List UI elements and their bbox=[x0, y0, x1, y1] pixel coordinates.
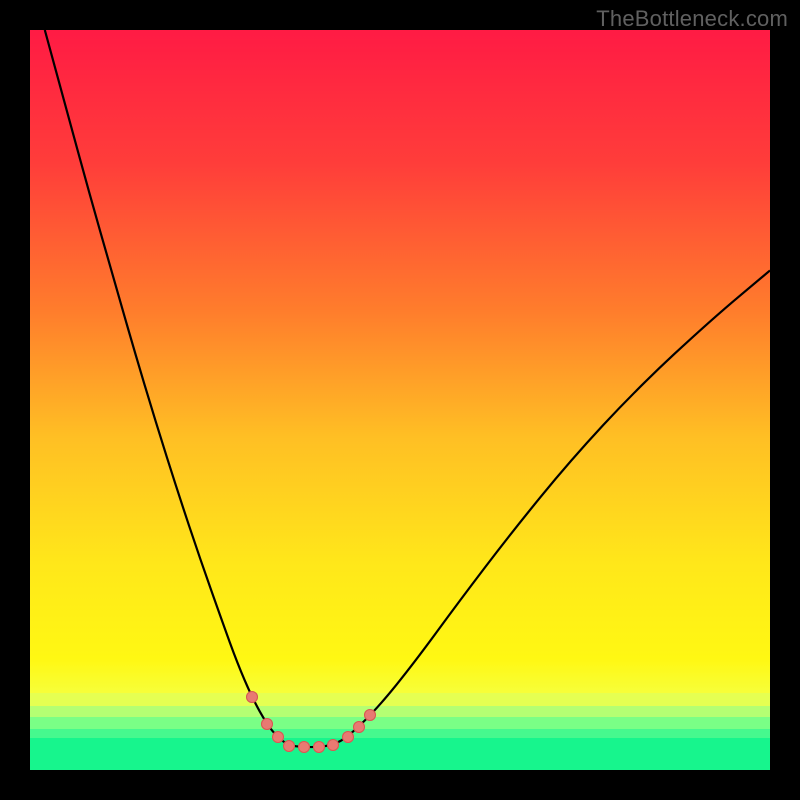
data-marker bbox=[246, 691, 258, 703]
data-marker bbox=[313, 741, 325, 753]
data-marker bbox=[298, 741, 310, 753]
plot-area bbox=[30, 30, 770, 770]
data-marker bbox=[272, 731, 284, 743]
watermark-text: TheBottleneck.com bbox=[596, 6, 788, 32]
data-marker bbox=[283, 740, 295, 752]
chart-frame: TheBottleneck.com bbox=[0, 0, 800, 800]
data-marker bbox=[364, 709, 376, 721]
curve-svg bbox=[30, 30, 770, 770]
data-marker bbox=[327, 739, 339, 751]
data-marker bbox=[261, 718, 273, 730]
data-marker bbox=[353, 721, 365, 733]
bottleneck-curve bbox=[45, 30, 770, 747]
data-marker bbox=[342, 731, 354, 743]
